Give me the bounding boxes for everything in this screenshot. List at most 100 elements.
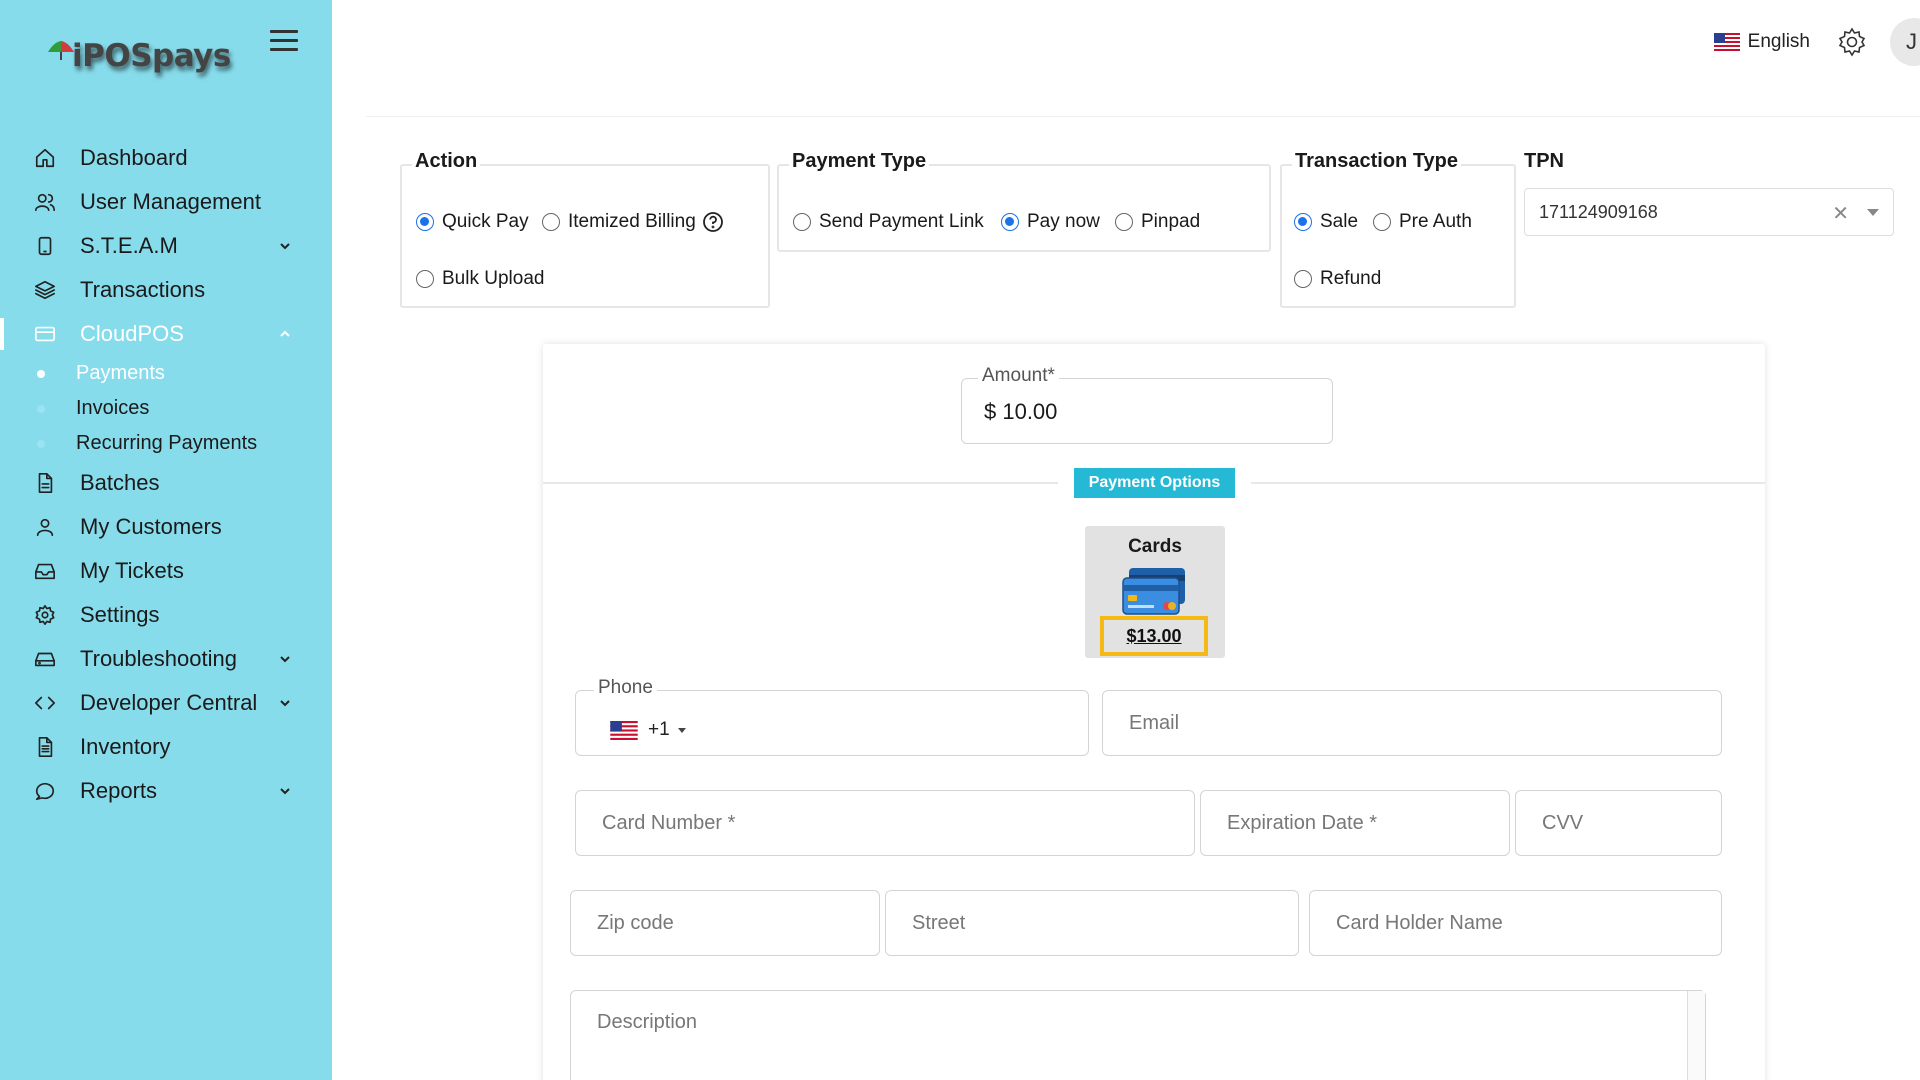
expiration-date-input[interactable]: [1201, 791, 1509, 855]
transaction-type-group: Transaction Type Sale Pre Auth Refund: [1280, 150, 1516, 308]
sidebar-item-label: Dashboard: [80, 145, 188, 170]
us-flag-icon: [1713, 33, 1740, 51]
user-avatar[interactable]: J: [1890, 18, 1920, 66]
zip-code-input[interactable]: [571, 891, 879, 955]
description-textarea[interactable]: [571, 991, 1705, 1080]
sidebar-item-my-tickets[interactable]: My Tickets: [0, 549, 332, 593]
radio-send-payment-link[interactable]: Send Payment Link: [793, 211, 984, 233]
payment-type-group: Payment Type Send Payment Link Pay now P…: [777, 150, 1271, 252]
email-field[interactable]: [1102, 690, 1722, 756]
radio-label: Itemized Billing: [568, 211, 696, 232]
radio-sale[interactable]: Sale: [1294, 211, 1358, 233]
sidebar-item-label: My Tickets: [80, 558, 184, 583]
home-icon: [32, 145, 58, 171]
sidebar-nav: Dashboard User Management S.T.E.A.M Tran…: [0, 136, 332, 813]
menu-toggle-icon[interactable]: [270, 30, 298, 52]
clear-icon[interactable]: ✕: [1832, 201, 1849, 226]
card-number-field[interactable]: [575, 790, 1195, 856]
sidebar-subitem-invoices[interactable]: Invoices: [0, 391, 332, 426]
radio-pre-auth[interactable]: Pre Auth: [1373, 211, 1472, 233]
gear-icon: [32, 602, 58, 628]
description-field[interactable]: [570, 990, 1706, 1080]
card-holder-name-field[interactable]: [1309, 890, 1722, 956]
sidebar-item-cloudpos[interactable]: CloudPOS: [0, 312, 332, 356]
country-code-selector[interactable]: +1: [610, 719, 686, 741]
chevron-down-icon: [278, 652, 292, 666]
street-input[interactable]: [886, 891, 1298, 955]
tpn-title: TPN: [1524, 150, 1564, 172]
sidebar-item-dashboard[interactable]: Dashboard: [0, 136, 332, 180]
sidebar-item-label: Payments: [76, 362, 165, 384]
layers-icon: [32, 277, 58, 303]
settings-gear-icon[interactable]: [1836, 26, 1868, 58]
content-divider: [366, 116, 1920, 117]
radio-circle: [416, 213, 434, 231]
radio-pinpad[interactable]: Pinpad: [1115, 211, 1200, 233]
payment-form-panel: Amount* $ 10.00 Payment Options Cards $1…: [543, 344, 1765, 1080]
sidebar-item-label: S.T.E.A.M: [80, 233, 178, 258]
sidebar-item-troubleshooting[interactable]: Troubleshooting: [0, 637, 332, 681]
sidebar: iPOSpays Dashboard User Management S.T.E…: [0, 0, 332, 1080]
chevron-down-icon: [278, 696, 292, 710]
tablet-icon: [32, 233, 58, 259]
sidebar-item-developer-central[interactable]: Developer Central: [0, 681, 332, 725]
caret-down-icon[interactable]: [1867, 209, 1879, 216]
cards-payment-option[interactable]: Cards $13.00: [1085, 526, 1225, 658]
sidebar-item-user-management[interactable]: User Management: [0, 180, 332, 224]
radio-bulk-upload[interactable]: Bulk Upload: [416, 268, 544, 290]
sidebar-item-batches[interactable]: Batches: [0, 461, 332, 505]
radio-label: Pre Auth: [1399, 211, 1472, 232]
phone-field[interactable]: Phone +1: [575, 677, 1089, 756]
card-number-input[interactable]: [576, 791, 1194, 855]
sidebar-subitem-recurring-payments[interactable]: Recurring Payments: [0, 426, 332, 461]
sidebar-item-steam[interactable]: S.T.E.A.M: [0, 224, 332, 268]
code-icon: [32, 690, 58, 716]
action-title: Action: [412, 150, 481, 173]
sidebar-subitem-payments[interactable]: Payments: [0, 356, 332, 391]
card-price[interactable]: $13.00: [1126, 626, 1181, 647]
radio-circle: [1294, 213, 1312, 231]
radio-itemized-billing[interactable]: Itemized Billing: [542, 211, 724, 233]
chat-icon: [32, 778, 58, 804]
radio-quick-pay[interactable]: Quick Pay: [416, 211, 529, 233]
card-holder-name-input[interactable]: [1310, 891, 1721, 955]
help-circle-icon[interactable]: [702, 211, 724, 233]
sidebar-item-settings[interactable]: Settings: [0, 593, 332, 637]
logo[interactable]: iPOSpays: [46, 38, 231, 74]
action-group: Action Quick Pay Itemized Billing Bulk U…: [400, 150, 770, 308]
sidebar-item-my-customers[interactable]: My Customers: [0, 505, 332, 549]
radio-circle: [542, 213, 560, 231]
amount-label: Amount*: [978, 365, 1059, 387]
sidebar-item-label: Inventory: [80, 734, 171, 759]
zip-code-field[interactable]: [570, 890, 880, 956]
credit-cards-icon: [1122, 568, 1185, 615]
sidebar-item-transactions[interactable]: Transactions: [0, 268, 332, 312]
textarea-scrollbar[interactable]: [1687, 991, 1705, 1080]
file-icon: [32, 470, 58, 496]
tpn-value: 171124909168: [1539, 201, 1658, 222]
bullet-icon: [37, 440, 45, 448]
tpn-select[interactable]: 171124909168 ✕: [1524, 188, 1894, 236]
language-selector[interactable]: English: [1713, 31, 1810, 53]
inbox-icon: [32, 558, 58, 584]
radio-pay-now[interactable]: Pay now: [1001, 211, 1100, 233]
email-input[interactable]: [1103, 691, 1721, 755]
transaction-type-title: Transaction Type: [1292, 150, 1462, 173]
sidebar-item-label: Transactions: [80, 277, 206, 302]
credit-card-icon: [32, 321, 58, 347]
cvv-field[interactable]: [1515, 790, 1722, 856]
sidebar-item-reports[interactable]: Reports: [0, 769, 332, 813]
amount-field[interactable]: Amount* $ 10.00: [961, 365, 1333, 444]
bullet-icon: [37, 370, 45, 378]
sidebar-item-label: Batches: [80, 470, 160, 495]
radio-refund[interactable]: Refund: [1294, 268, 1381, 290]
radio-circle: [793, 213, 811, 231]
expiration-date-field[interactable]: [1200, 790, 1510, 856]
sidebar-item-inventory[interactable]: Inventory: [0, 725, 332, 769]
cvv-input[interactable]: [1516, 791, 1721, 855]
radio-label: Send Payment Link: [819, 211, 984, 232]
street-field[interactable]: [885, 890, 1299, 956]
phone-label: Phone: [594, 677, 657, 699]
chevron-down-icon: [278, 784, 292, 798]
radio-circle: [1115, 213, 1133, 231]
